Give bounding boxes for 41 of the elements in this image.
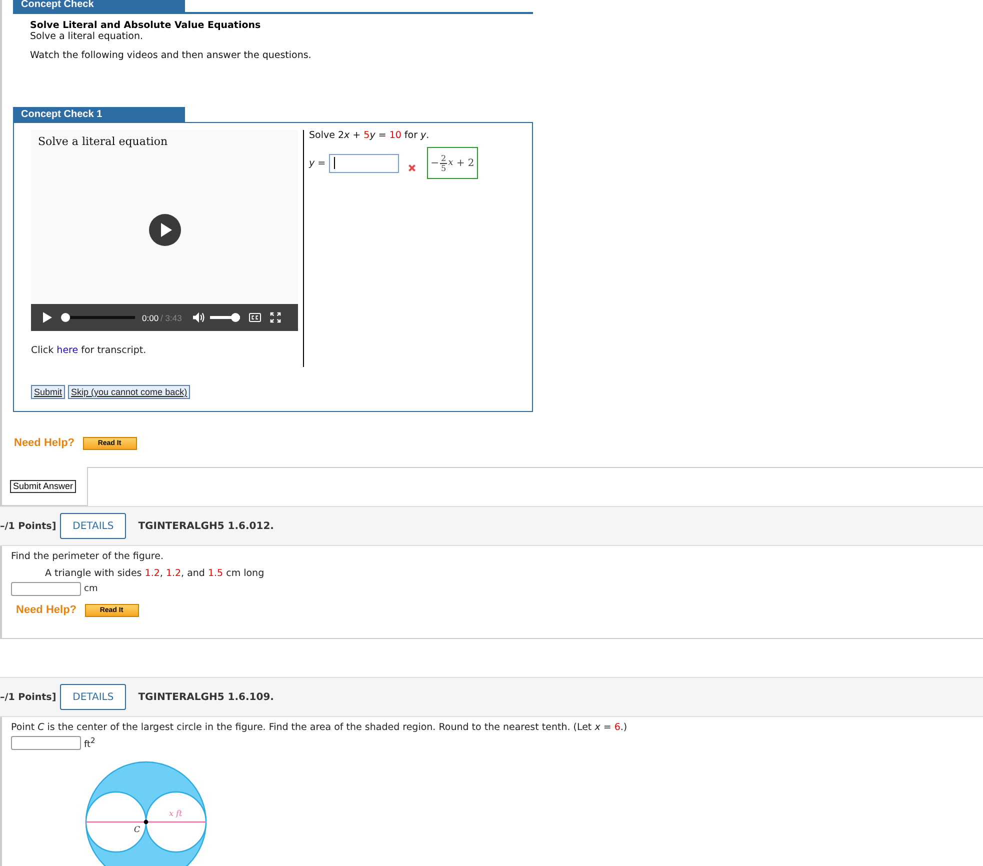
points-label: –/1 Points] (0, 520, 56, 532)
concept-check-button[interactable]: Submit (31, 385, 66, 399)
submit-answer-button[interactable]: Submit Answer (10, 480, 76, 492)
video-time: 0:00 (142, 312, 159, 322)
details-button[interactable]: DETAILS (60, 513, 126, 539)
question-code: TGINTERALGH5 1.6.012. (138, 520, 274, 532)
unit-label: ft$^{2}$ (84, 736, 96, 750)
answer-field[interactable] (328, 154, 399, 172)
points-label: –/1 Points] (0, 692, 56, 702)
progress-thumb[interactable] (61, 313, 70, 322)
lesson-subtitle: Solve a literal equation. (30, 31, 144, 42)
unit-label: cm (84, 584, 98, 594)
video-title: Solve a literal equation (37, 134, 168, 148)
equals-sign: = (318, 158, 326, 168)
question-text: Point C is the center of the largest circle in the figure. Find the area of the shaded region. Round to the nearest tenth. (Let x = 6.) (11, 722, 628, 733)
need-help-label: Need Help? (14, 437, 75, 449)
captions-icon[interactable] (248, 312, 261, 323)
video-player[interactable]: Solve a literal equation 0:00 / 3:43 (31, 130, 298, 331)
need-help-label: Need Help? (16, 604, 77, 616)
question-prompt: Solve 2x + 5y = 10 for y. (309, 130, 430, 141)
answer-field[interactable] (11, 582, 81, 596)
video-duration: / 3:43 (160, 312, 182, 322)
lesson-title: Solve Literal and Absolute Value Equations (30, 20, 262, 31)
instruction-text: Watch the following videos and then answer the questions. (30, 50, 312, 61)
volume-slider[interactable] (210, 313, 240, 322)
volume-icon[interactable] (192, 312, 205, 323)
question-code: TGINTERALGH5 1.6.109. (138, 692, 274, 702)
answer-field[interactable] (11, 736, 81, 750)
play-icon[interactable] (149, 214, 181, 246)
fullscreen-icon[interactable] (270, 312, 281, 323)
transcript-text: Click here for transcript. (31, 345, 148, 356)
volume-thumb[interactable] (230, 313, 240, 322)
question-text: Find the perimeter of the figure. (11, 551, 164, 562)
center-label: C (134, 825, 140, 834)
answer-variable: y (309, 158, 315, 168)
details-button[interactable]: DETAILS (60, 684, 126, 710)
progress-slider[interactable] (61, 313, 135, 322)
question-detail: A triangle with sides 1.2, 1.2, and 1.5 cm long (44, 568, 266, 579)
concept-check-button[interactable]: Skip (you cannot come back) (68, 385, 190, 399)
length-label: x ft (169, 809, 182, 818)
play-icon[interactable] (43, 312, 52, 323)
